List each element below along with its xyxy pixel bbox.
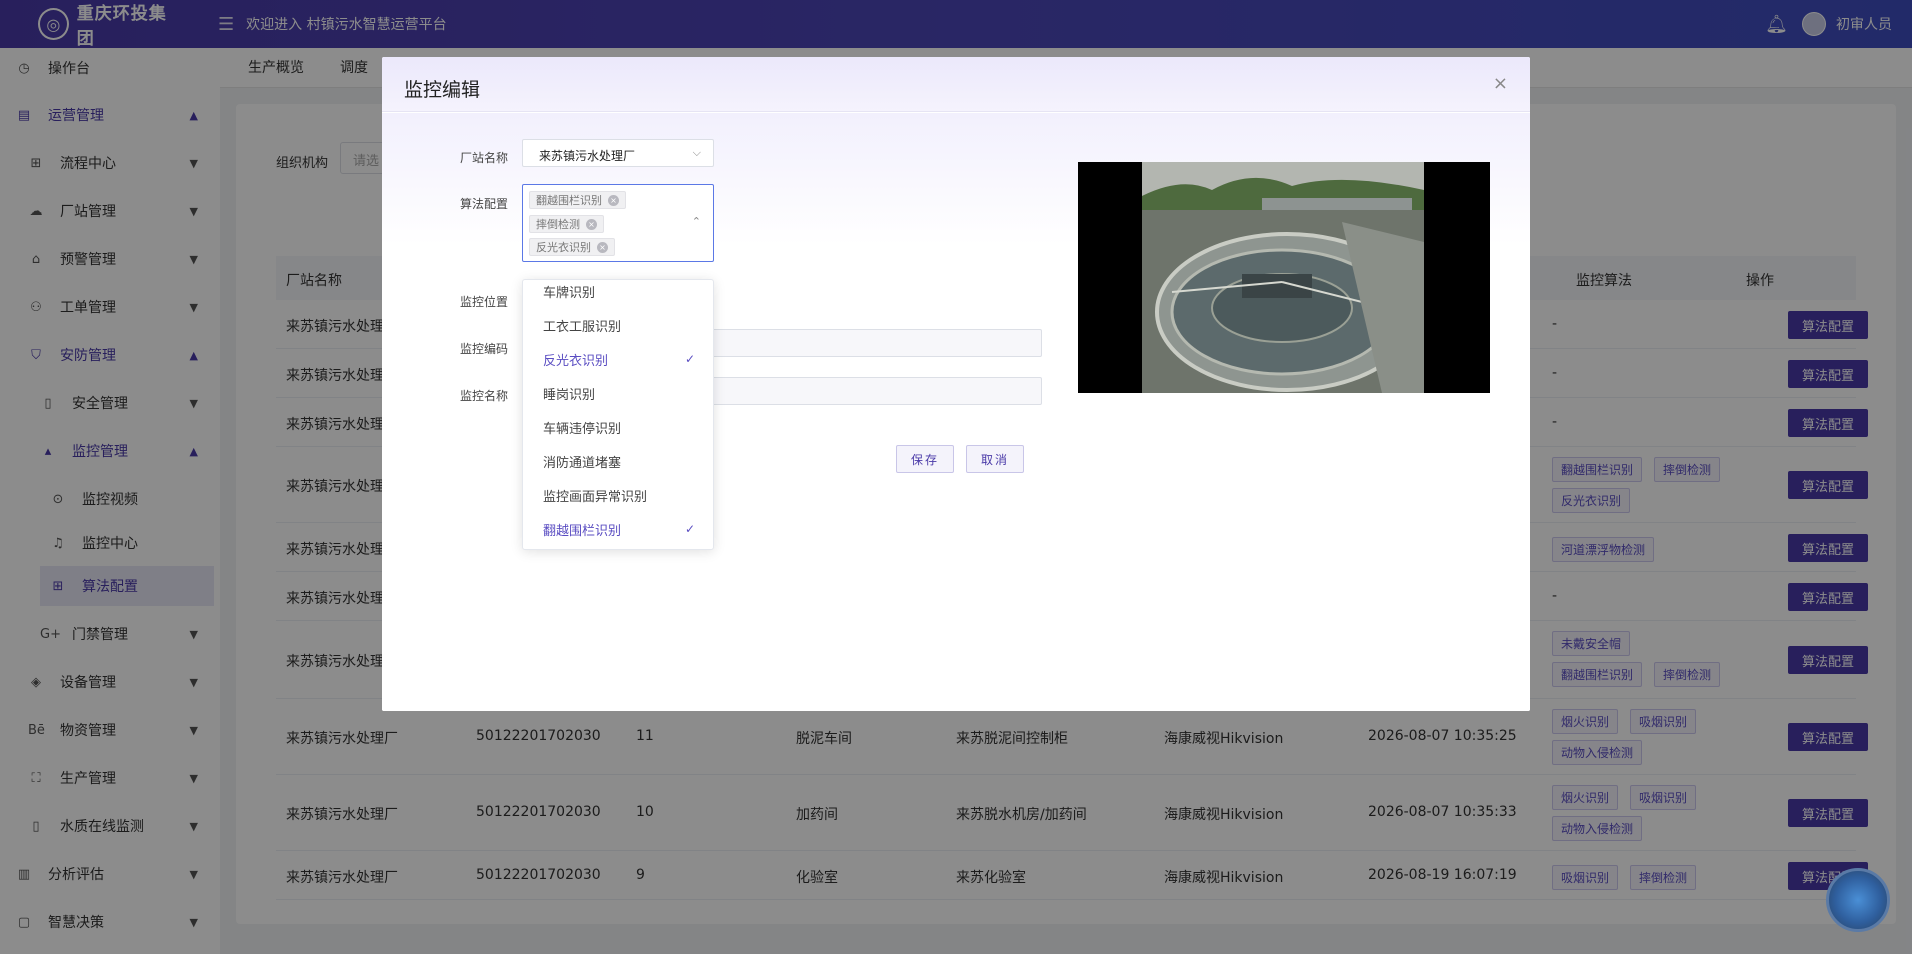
monitor-video-preview[interactable] <box>1078 162 1490 393</box>
dropdown-option-label: 车牌识别 <box>543 285 596 301</box>
chip-close-icon[interactable]: × <box>597 241 608 253</box>
dropdown-option[interactable]: 工衣工服识别 <box>523 308 713 342</box>
check-icon: ✓ <box>684 522 695 536</box>
cancel-button[interactable]: 取消 <box>966 445 1024 473</box>
algo-chip: 摔倒检测 × <box>529 215 604 233</box>
station-label: 厂站名称 <box>460 151 509 165</box>
code-label: 监控编码 <box>460 342 509 356</box>
close-icon[interactable]: × <box>1493 73 1508 94</box>
dropdown-option-label: 监控画面异常识别 <box>543 489 648 505</box>
camera-frame <box>1142 162 1424 393</box>
location-label: 监控位置 <box>460 295 509 309</box>
dropdown-option[interactable]: 消防通道堵塞 <box>523 444 713 478</box>
dropdown-option-label: 睡岗识别 <box>543 387 596 403</box>
treatment-tank-image <box>1142 162 1424 393</box>
assistant-float-button[interactable] <box>1826 868 1890 932</box>
station-select[interactable]: 来苏镇污水处理厂 ⌵ <box>522 139 714 167</box>
chip-close-icon[interactable]: × <box>586 218 597 230</box>
dropdown-option[interactable]: 车牌识别 <box>523 280 713 308</box>
code-input[interactable] <box>694 329 1042 357</box>
dropdown-option-label: 消防通道堵塞 <box>543 455 622 471</box>
dialog-header: 监控编辑 × <box>382 57 1530 112</box>
algo-chip: 反光衣识别 × <box>529 238 615 256</box>
save-button[interactable]: 保存 <box>896 445 954 473</box>
dropdown-option[interactable]: 车辆违停识别 <box>523 410 713 444</box>
algo-chip: 翻越围栏识别 × <box>529 191 626 209</box>
chevron-down-icon: ⌵ <box>692 146 701 159</box>
algorithm-multiselect[interactable]: 翻越围栏识别 × 摔倒检测 × 反光衣识别 × ⌃ <box>522 184 714 262</box>
dropdown-option-label: 车辆违停识别 <box>543 421 622 437</box>
dropdown-option[interactable]: 监控画面异常识别 <box>523 478 713 512</box>
dropdown-option[interactable]: 反光衣识别 ✓ <box>523 342 713 376</box>
algorithm-dropdown: 车牌识别工衣工服识别 反光衣识别 ✓ 睡岗识别车辆违停识别 消防通道堵塞监控画面异常识别… <box>522 279 714 550</box>
name-input[interactable] <box>694 377 1042 405</box>
check-icon: ✓ <box>684 352 695 366</box>
dropdown-option[interactable]: 睡岗识别 <box>523 376 713 410</box>
dropdown-option-label: 工衣工服识别 <box>543 319 622 335</box>
dialog-title: 监控编辑 <box>404 79 481 101</box>
algorithm-label: 算法配置 <box>460 197 509 211</box>
chip-close-icon[interactable]: × <box>608 194 619 206</box>
dropdown-option-label: 翻越围栏识别 <box>543 523 622 539</box>
station-select-value: 来苏镇污水处理厂 <box>539 149 636 163</box>
name-label: 监控名称 <box>460 389 509 403</box>
dropdown-option-label: 反光衣识别 <box>543 353 609 369</box>
chevron-up-icon: ⌃ <box>691 215 701 228</box>
dropdown-option[interactable]: 翻越围栏识别 ✓ <box>523 512 713 546</box>
